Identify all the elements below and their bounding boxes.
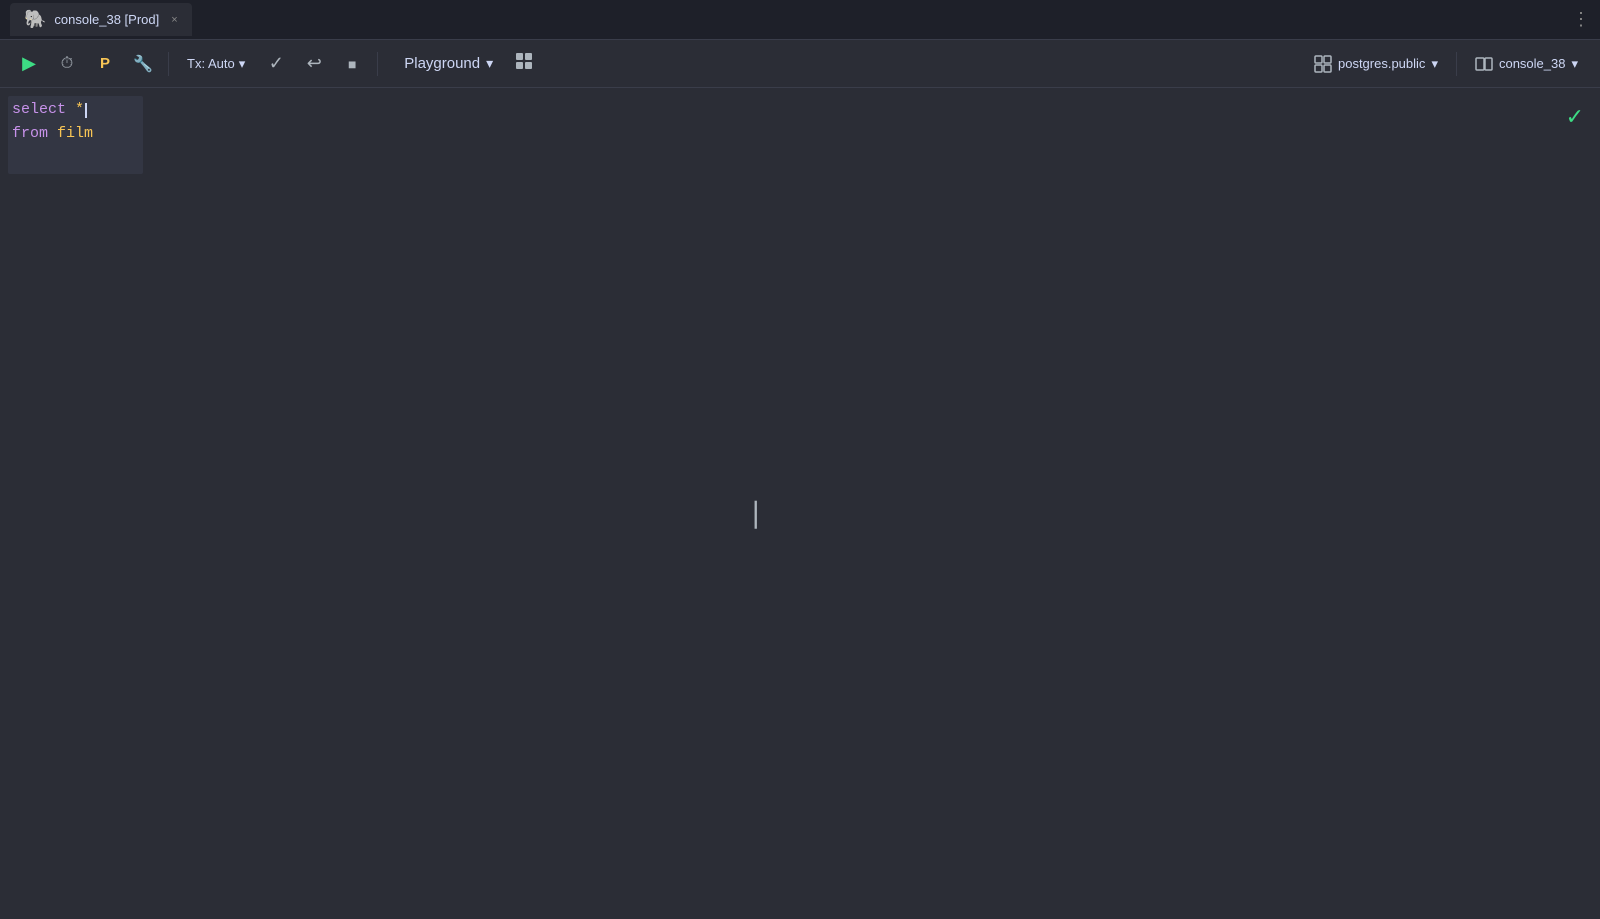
run-button[interactable]: ▶	[12, 47, 46, 81]
validation-check-icon: ✓	[1566, 104, 1584, 130]
playground-dropdown-button[interactable]: Playground ▾	[394, 51, 503, 76]
active-tab[interactable]: 🐘 console_38 [Prod] ×	[10, 3, 192, 36]
table-name-film: film	[48, 122, 93, 146]
history-icon: ⏱	[61, 55, 73, 73]
tx-label: Tx: Auto	[187, 56, 235, 71]
tx-dropdown-button[interactable]: Tx: Auto ▾	[177, 52, 255, 76]
postgres-elephant-icon: 🐘	[24, 9, 46, 30]
keyword-select: select	[12, 98, 66, 122]
editor-area[interactable]: select * from film ✓ ❘	[0, 88, 1600, 919]
i-beam-cursor: ❘	[744, 496, 767, 529]
grid-icon	[514, 51, 534, 76]
divider-2	[377, 52, 378, 76]
text-cursor-caret	[85, 103, 87, 118]
playground-chevron-icon: ▾	[486, 55, 493, 72]
check-button[interactable]: ✓	[259, 47, 293, 81]
undo-button[interactable]: ↩	[297, 47, 331, 81]
tx-chevron-icon: ▾	[239, 56, 246, 72]
schema-chevron-icon: ▾	[1431, 56, 1438, 72]
schema-label: postgres.public	[1338, 56, 1425, 71]
code-editor[interactable]: select * from film	[0, 88, 200, 156]
toolbar-right: postgres.public ▾ console_38 ▾	[1304, 51, 1588, 77]
code-line-1: select *	[12, 98, 188, 122]
bookmark-icon: P	[100, 55, 110, 72]
schema-selector-button[interactable]: postgres.public ▾	[1304, 51, 1448, 77]
history-button[interactable]: ⏱	[50, 47, 84, 81]
stop-icon: ■	[348, 56, 356, 72]
title-bar: 🐘 console_38 [Prod] × ⋮	[0, 0, 1600, 40]
console-label: console_38	[1499, 56, 1566, 71]
undo-icon: ↩	[307, 53, 322, 74]
bookmark-button[interactable]: P	[88, 47, 122, 81]
title-bar-menu-button[interactable]: ⋮	[1572, 9, 1590, 30]
console-selector-button[interactable]: console_38 ▾	[1465, 51, 1588, 77]
schema-icon	[1314, 55, 1332, 73]
toolbar: ▶ ⏱ P 🔧 Tx: Auto ▾ ✓ ↩ ■ Playground ▾	[0, 40, 1600, 88]
tab-close-button[interactable]: ×	[171, 14, 177, 26]
star-operator: *	[66, 98, 84, 122]
divider-3	[1456, 52, 1457, 76]
playground-label: Playground	[404, 55, 480, 72]
console-icon	[1475, 55, 1493, 73]
grid-view-button[interactable]	[507, 47, 541, 81]
tab-title: console_38 [Prod]	[54, 12, 159, 27]
wrench-icon: 🔧	[133, 54, 153, 74]
console-chevron-icon: ▾	[1571, 56, 1578, 72]
check-icon: ✓	[269, 53, 284, 74]
divider-1	[168, 52, 169, 76]
settings-button[interactable]: 🔧	[126, 47, 160, 81]
keyword-from: from	[12, 122, 48, 146]
code-line-2: from film	[12, 122, 188, 146]
stop-button[interactable]: ■	[335, 47, 369, 81]
